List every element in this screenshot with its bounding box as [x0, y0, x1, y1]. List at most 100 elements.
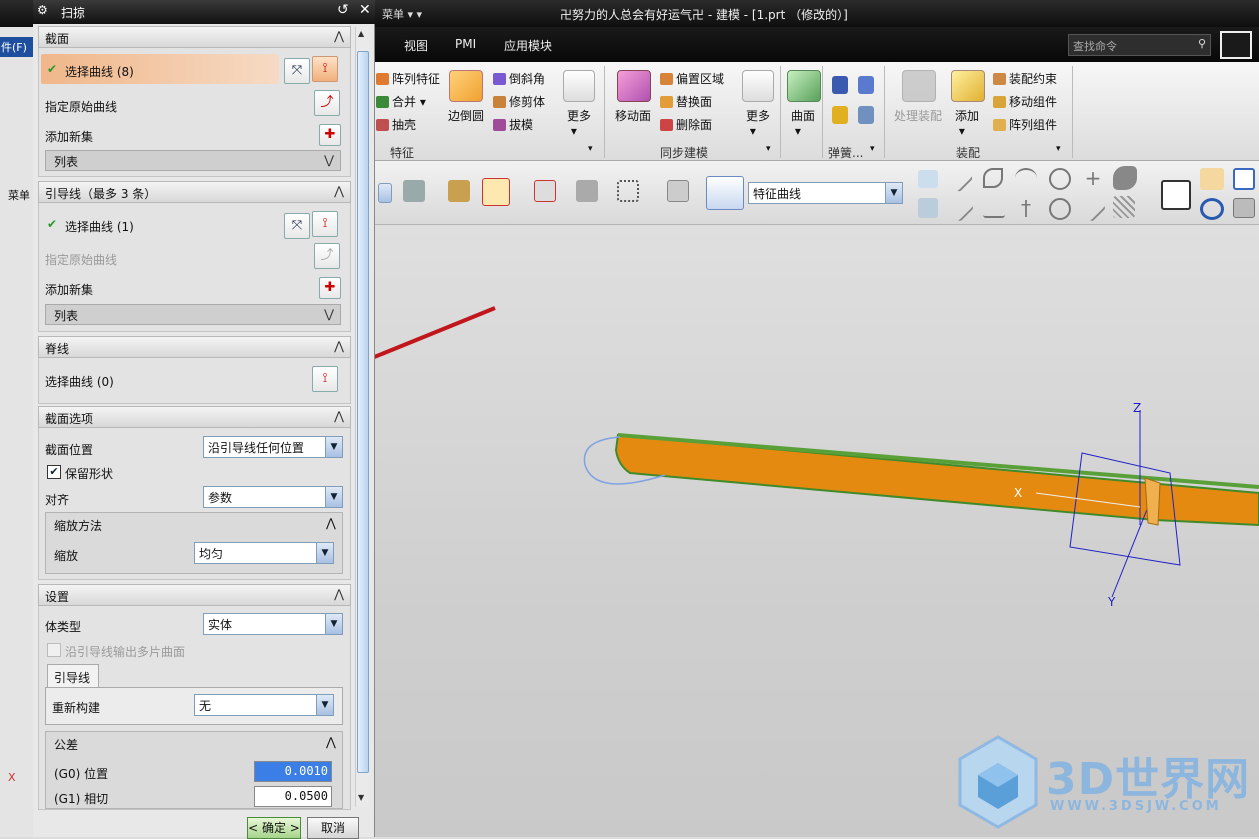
pattern-component-button[interactable]: 阵列组件 — [993, 116, 1057, 133]
intersect-icon[interactable]: † — [1015, 198, 1037, 220]
dropdown-arrow-icon[interactable] — [378, 183, 392, 203]
spine-select-curve[interactable]: 选择曲线 (0) — [45, 373, 114, 390]
assembly-nav-icon[interactable] — [576, 180, 598, 202]
section-spine-header[interactable]: 脊线 ⋀ — [38, 336, 351, 358]
close-icon[interactable]: ✕ — [359, 2, 371, 18]
spring-icon[interactable] — [858, 106, 874, 124]
profile-select-curve[interactable]: 选择曲线 (8) — [65, 63, 134, 80]
assembly-group-expand[interactable]: ▾ — [1056, 144, 1061, 154]
sync-more-button[interactable]: 更多 ▾ — [746, 107, 770, 138]
undo-select-icon[interactable] — [534, 180, 556, 202]
tab-view[interactable]: 视图 — [404, 37, 428, 54]
spring-icon[interactable] — [832, 76, 848, 94]
profile-list-toggle[interactable]: 列表 ⋁ — [45, 150, 341, 171]
rebuild-select[interactable]: 无 ▼ — [194, 694, 334, 716]
arc-icon[interactable] — [983, 168, 1003, 188]
scroll-down-icon[interactable]: ▼ — [358, 793, 364, 802]
curve-rule-icon[interactable]: ⤧ — [284, 58, 310, 84]
cube-view-icon[interactable] — [706, 176, 744, 210]
zoom-icon[interactable] — [1233, 168, 1255, 190]
g0-tolerance-input[interactable]: 0.0010 — [254, 761, 332, 782]
face-icon[interactable] — [1113, 166, 1137, 190]
chamfer-button[interactable]: 倒斜角 — [493, 70, 545, 87]
move-component-button[interactable]: 移动组件 — [993, 93, 1057, 110]
offset-region-button[interactable]: 偏置区域 — [660, 70, 724, 87]
snap-icon[interactable] — [403, 180, 425, 202]
grid-icon[interactable] — [1113, 196, 1135, 218]
spring-icon[interactable] — [858, 76, 874, 94]
scroll-up-icon[interactable]: ▲ — [358, 29, 364, 38]
section-profile-header[interactable]: 截面 ⋀ — [38, 26, 351, 48]
circle-icon[interactable] — [1049, 168, 1071, 190]
replace-face-button[interactable]: 替换面 — [660, 93, 712, 110]
filter-icon[interactable] — [448, 180, 470, 202]
preserve-shape-checkbox[interactable]: ✔ — [47, 465, 61, 479]
profile-specify-origin[interactable]: 指定原始曲线 — [45, 98, 117, 115]
scrollbar-thumb[interactable] — [357, 51, 369, 773]
sync-group-expand[interactable]: ▾ — [766, 144, 771, 154]
ok-button[interactable]: < 确定 > — [247, 817, 301, 839]
surface-button[interactable]: 曲面 ▾ — [791, 107, 815, 138]
process-assembly-button[interactable]: 处理装配 — [894, 107, 942, 124]
edge-blend-button[interactable]: 边倒圆 — [448, 107, 484, 124]
search-icon[interactable]: ⚲ — [1198, 37, 1206, 50]
align-select[interactable]: 参数 ▼ — [203, 486, 343, 508]
fit-view-icon[interactable] — [1161, 180, 1191, 210]
draft-button[interactable]: 拔模 — [493, 116, 533, 133]
add-component-button[interactable]: 添加 ▾ — [955, 107, 979, 138]
add-set-icon[interactable]: ✚ — [319, 277, 341, 299]
feature-group-expand[interactable]: ▾ — [588, 144, 593, 154]
view-orient-icon[interactable] — [1233, 198, 1255, 218]
circle-center-icon[interactable] — [1049, 198, 1071, 220]
gear-icon[interactable]: ⚙ — [37, 3, 48, 17]
section-options-header[interactable]: 截面选项 ⋀ — [38, 406, 351, 428]
selection-filter-icon[interactable] — [482, 178, 510, 206]
guide-select-curve[interactable]: 选择曲线 (1) — [65, 218, 134, 235]
command-search-input[interactable]: 查找命令 ⚲ — [1068, 34, 1211, 56]
select-curve-icon[interactable]: ⟟ — [312, 366, 338, 392]
rotate-icon[interactable] — [1200, 198, 1224, 220]
spline-icon[interactable] — [1015, 168, 1037, 188]
position-select[interactable]: 沿引导线任何位置 ▼ — [203, 436, 343, 458]
section-settings-header[interactable]: 设置 ⋀ — [38, 584, 351, 606]
polyline-icon[interactable] — [983, 198, 1005, 218]
trim-body-button[interactable]: 修剪体 — [493, 93, 545, 110]
body-type-select[interactable]: 实体 ▼ — [203, 613, 343, 635]
curve-rule-icon[interactable]: ⤧ — [284, 213, 310, 239]
delete-face-button[interactable]: 删除面 — [660, 116, 712, 133]
section-guide-header[interactable]: 引导线（最多 3 条） ⋀ — [38, 181, 351, 203]
arrow-right-icon[interactable] — [918, 170, 938, 188]
top-menu-button[interactable]: 菜单 ▾ ▾ — [382, 6, 422, 22]
spring-group-expand[interactable]: ▾ — [870, 144, 875, 154]
reset-icon[interactable]: ↺ — [337, 2, 349, 18]
spring-icon[interactable] — [832, 106, 848, 124]
point-set-icon[interactable] — [918, 198, 938, 218]
tolerance-header[interactable]: 公差 — [54, 736, 78, 753]
dialog-scrollbar[interactable]: ▲ ▼ — [355, 27, 369, 807]
pattern-feature-button[interactable]: 阵列特征 — [376, 70, 440, 87]
tab-applications[interactable]: 应用模块 — [504, 37, 552, 54]
assembly-constraint-button[interactable]: 装配约束 — [993, 70, 1057, 87]
shell-button[interactable]: 抽壳 — [376, 116, 416, 133]
side-menu-label[interactable]: 菜单 — [8, 187, 30, 203]
chevron-up-icon[interactable]: ⋀ — [326, 516, 336, 530]
g1-tolerance-input[interactable]: 0.0500 — [254, 786, 332, 807]
curve-rule-select[interactable]: 特征曲线 ▼ — [748, 182, 903, 204]
box-select-icon[interactable] — [617, 180, 639, 202]
unite-button[interactable]: 合并 ▾ — [376, 93, 426, 110]
maximize-icon[interactable] — [1220, 31, 1252, 59]
point-icon[interactable]: + — [1082, 168, 1104, 190]
scale-select[interactable]: 均匀 ▼ — [194, 542, 334, 564]
chevron-up-icon[interactable]: ⋀ — [326, 735, 336, 749]
cancel-button[interactable]: 取消 — [307, 817, 359, 839]
tab-guide[interactable]: 引导线 — [47, 664, 99, 688]
select-curve-icon[interactable]: ⟟ — [312, 211, 338, 237]
tab-pmi[interactable]: PMI — [455, 37, 476, 51]
select-curve-icon[interactable]: ⟟ — [312, 56, 338, 82]
feature-more-button[interactable]: 更多 ▾ — [567, 107, 591, 138]
pan-icon[interactable] — [1200, 168, 1224, 190]
add-set-icon[interactable]: ✚ — [319, 124, 341, 146]
guide-list-toggle[interactable]: 列表 ⋁ — [45, 304, 341, 325]
move-face-button[interactable]: 移动面 — [615, 107, 651, 124]
scaling-header[interactable]: 缩放方法 — [54, 517, 102, 534]
